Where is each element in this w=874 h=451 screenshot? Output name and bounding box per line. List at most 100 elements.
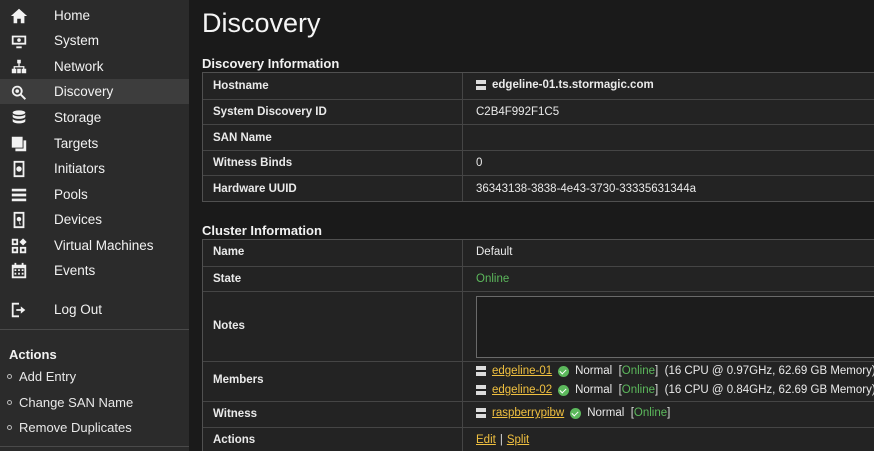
table-row: System Discovery ID C2B4F992F1C5 [203,99,874,124]
nav-label-logout: Log Out [54,302,103,317]
bracket-close: ] [655,365,659,377]
events-icon [9,261,29,281]
table-row: Hardware UUID 36343138-3838-4e43-3730-33… [203,175,874,201]
member-link[interactable]: edgeline-01 [492,365,552,377]
discovery-icon [9,82,29,102]
nav-network[interactable]: Network [0,54,189,79]
edit-link[interactable]: Edit [476,434,496,446]
table-row: Notes [203,291,874,361]
server-icon [476,366,486,376]
member-status: Normal [575,365,613,377]
nav-discovery[interactable]: Discovery [0,79,189,104]
nav-label-pools: Pools [54,187,88,202]
action-change-san-name[interactable]: Change SAN Name [7,395,133,410]
server-icon [476,408,486,418]
system-discovery-id-value: C2B4F992F1C5 [476,106,560,118]
hostname-text: edgeline-01.ts.stormagic.com [492,79,654,91]
nav-events[interactable]: Events [0,258,189,283]
sidebar-divider [0,329,189,330]
nav-label-initiators: Initiators [54,161,106,176]
nav-pools[interactable]: Pools [0,182,189,207]
check-circle-icon [570,407,582,419]
hostname-value: edgeline-01.ts.stormagic.com [476,79,654,91]
member-item: edgeline-01 Normal [Online] (16 CPU @ 0.… [476,365,874,377]
devices-icon [9,210,29,230]
logout-icon [9,300,29,320]
system-icon [9,31,29,51]
cluster-name-value: Default [476,246,513,258]
split-link[interactable]: Split [507,434,529,446]
row-label: Actions [213,434,256,446]
nav-label-targets: Targets [54,136,99,151]
notes-textarea[interactable] [476,296,874,358]
table-row: Witness raspberrypibw Normal [Online] [203,401,874,427]
table-row: Members edgeline-01 Normal [Online] (16 … [203,361,874,401]
nav-initiators[interactable]: Initiators [0,156,189,181]
home-icon [9,6,29,26]
member-specs: (16 CPU @ 0.84GHz, 62.69 GB Memory) [664,384,874,396]
pools-icon [9,185,29,205]
hardware-uuid-value: 36343138-3838-4e43-3730-33335631344a [476,183,696,195]
member-item: edgeline-02 Normal [Online] (16 CPU @ 0.… [476,384,874,396]
nav-label-virtual-machines: Virtual Machines [54,238,154,253]
row-label: Witness Binds [213,157,293,169]
nav-logout[interactable]: Log Out [0,297,189,322]
table-row: Name Default [203,240,874,266]
nav-home[interactable]: Home [0,3,189,28]
nav-system[interactable]: System [0,28,189,53]
bracket-close: ] [667,407,671,419]
discovery-info-table: Hostname edgeline-01.ts.stormagic.com Sy… [202,72,874,202]
targets-icon [9,134,29,154]
cluster-info-heading: Cluster Information [202,223,322,238]
network-icon [9,57,29,77]
member-state: Online [621,384,656,396]
nav-label-network: Network [54,59,104,74]
storage-icon [9,108,29,128]
initiators-icon [9,159,29,179]
cluster-info-table: Name Default State Online Notes Members … [202,239,874,451]
member-link[interactable]: edgeline-02 [492,384,552,396]
table-row: Hostname edgeline-01.ts.stormagic.com [203,73,874,99]
sidebar-divider [0,446,189,447]
witness-state: Online [633,407,668,419]
server-icon [476,80,486,90]
row-label: Hostname [213,80,269,92]
table-row: Actions Edit | Split [203,427,874,451]
row-label: Hardware UUID [213,183,297,195]
sidebar: Home System Network Discovery Storage Ta… [0,0,189,451]
check-circle-icon [558,365,570,377]
member-status: Normal [575,384,613,396]
witness-status: Normal [587,407,625,419]
nav-label-home: Home [54,8,91,23]
bullet-icon [7,374,12,379]
nav-label-discovery: Discovery [54,84,114,99]
table-row: State Online [203,266,874,291]
row-label: Notes [213,320,245,332]
nav-label-devices: Devices [54,212,103,227]
action-label: Remove Duplicates [19,420,132,435]
server-icon [476,385,486,395]
row-label: Name [213,246,245,258]
nav-storage[interactable]: Storage [0,105,189,130]
nav-targets[interactable]: Targets [0,131,189,156]
witness-link[interactable]: raspberrypibw [492,407,564,419]
nav-devices[interactable]: Devices [0,207,189,232]
row-label: Witness [213,408,257,420]
check-circle-icon [558,384,570,396]
label-cell [203,267,463,291]
witness-binds-value: 0 [476,157,483,169]
member-specs: (16 CPU @ 0.97GHz, 62.69 GB Memory) [664,365,874,377]
nav-label-system: System [54,33,100,48]
action-remove-duplicates[interactable]: Remove Duplicates [7,420,132,435]
cluster-actions: Edit | Split [476,434,529,446]
cluster-state-value: Online [476,273,510,285]
bracket-close: ] [655,384,659,396]
bullet-icon [7,400,12,405]
nav-label-events: Events [54,263,96,278]
virtual-machines-icon [9,236,29,256]
action-add-entry[interactable]: Add Entry [7,369,76,384]
row-label: Members [213,374,264,386]
page-title: Discovery [202,8,321,38]
nav-virtual-machines[interactable]: Virtual Machines [0,233,189,258]
row-label: State [213,273,242,285]
